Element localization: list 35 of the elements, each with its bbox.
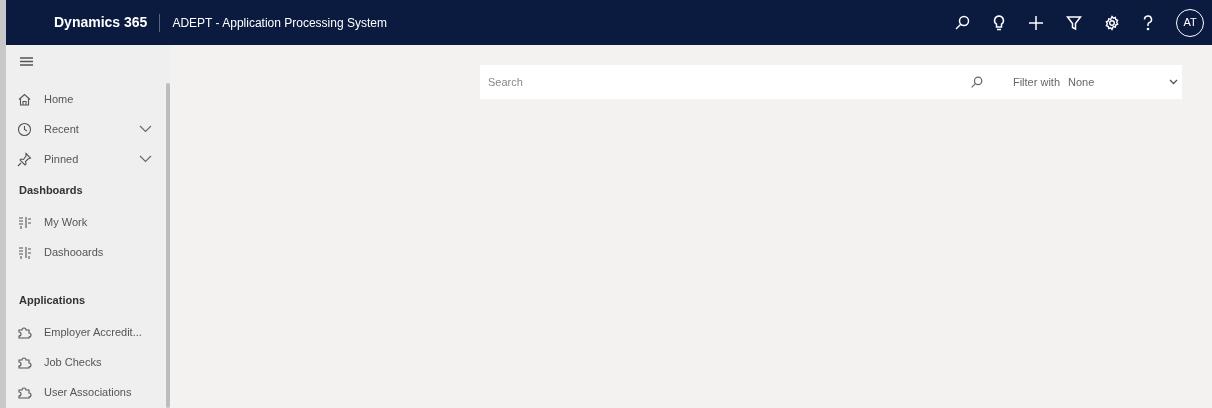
lightbulb-icon[interactable] <box>992 14 1006 31</box>
filter-label: Filter with <box>1012 74 1060 90</box>
puzzle-icon <box>17 324 32 340</box>
pin-icon <box>17 151 32 167</box>
search-field[interactable]: Search <box>480 65 970 99</box>
chevron-icon[interactable] <box>139 155 152 163</box>
clock-icon <box>17 121 32 137</box>
section-header: Dashboards <box>18 183 84 199</box>
puzzle-icon <box>17 354 32 370</box>
nav-item[interactable]: User Associations <box>44 383 132 401</box>
chevron-icon[interactable] <box>139 125 152 133</box>
nav-item[interactable]: Employer Accredit... <box>44 323 142 341</box>
scrollbar[interactable] <box>166 83 170 408</box>
search-bar[interactable]: Search Filter with None <box>480 65 1182 99</box>
section-header: Applications <box>18 293 86 309</box>
home-icon <box>17 91 32 107</box>
plus-icon[interactable] <box>1028 14 1044 31</box>
chevron-icon <box>1169 79 1178 85</box>
nav-item[interactable]: Recent <box>44 120 79 138</box>
menu-icon[interactable] <box>20 57 33 66</box>
dashboard-icon <box>17 244 32 260</box>
filter-dropdown[interactable]: None <box>1068 73 1178 91</box>
puzzle-icon <box>17 384 32 400</box>
dashboard-icon <box>17 214 32 230</box>
filter-icon[interactable] <box>1066 14 1082 31</box>
nav-item[interactable]: Job Checks <box>44 353 102 371</box>
nav-item[interactable]: My Work <box>44 213 88 231</box>
settings-icon[interactable] <box>1104 14 1120 31</box>
nav-item[interactable]: Dashooards <box>44 243 104 261</box>
nav-item[interactable]: Home <box>44 90 74 108</box>
app-title: ADEPT - Application Processing System <box>172 14 387 32</box>
search-icon[interactable] <box>954 14 970 31</box>
help-icon[interactable] <box>1142 14 1154 31</box>
nav-item[interactable]: Pinned <box>44 150 79 168</box>
product-name[interactable]: Dynamics 365 <box>54 12 148 33</box>
